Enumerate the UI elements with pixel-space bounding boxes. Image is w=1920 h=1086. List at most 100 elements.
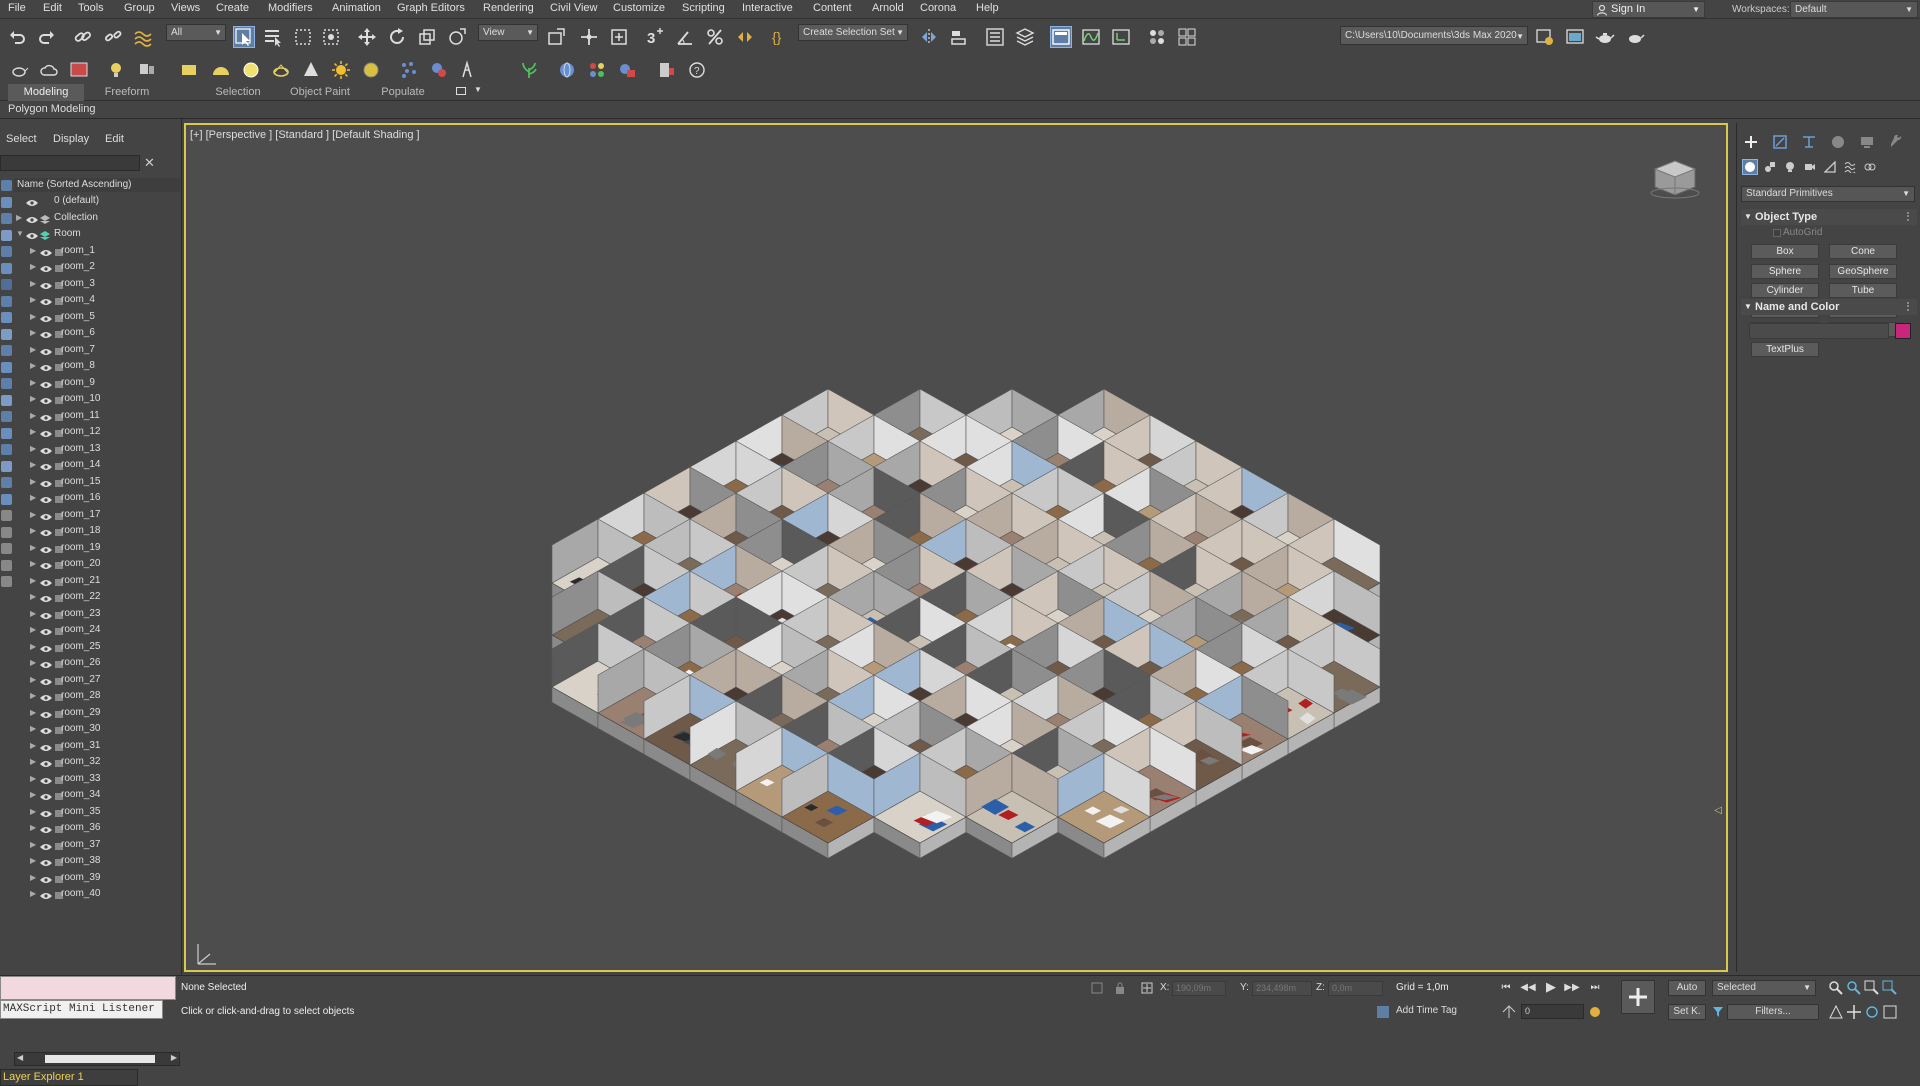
list-item[interactable]: ▶ room_15 xyxy=(14,474,180,491)
maximize-viewport-icon[interactable] xyxy=(1882,1004,1898,1020)
list-item[interactable]: ▶ room_21 xyxy=(14,573,180,590)
undo-button[interactable] xyxy=(6,26,28,48)
explorer-filter-icon[interactable] xyxy=(1,394,12,406)
toggle-layer-explorer-button[interactable] xyxy=(1014,26,1036,48)
explorer-filter-icon[interactable] xyxy=(1,180,12,191)
maxscript-input[interactable]: MAXScript Mini Listener xyxy=(0,1000,163,1019)
expand-icon[interactable]: ▶ xyxy=(30,853,36,870)
globe-button[interactable] xyxy=(556,59,578,81)
list-item[interactable]: ▶ room_32 xyxy=(14,754,180,771)
expand-icon[interactable]: ▶ xyxy=(30,342,36,359)
list-item[interactable]: ▶ room_20 xyxy=(14,556,180,573)
next-frame-button[interactable]: ▶▶ xyxy=(1564,979,1580,995)
cameras-category[interactable] xyxy=(1802,159,1818,175)
explorer-filter-icon[interactable] xyxy=(1,411,12,422)
expand-icon[interactable]: ▶ xyxy=(30,754,36,771)
explorer-menu-display[interactable]: Display xyxy=(53,133,89,145)
pan-icon[interactable] xyxy=(1846,1004,1862,1020)
explorer-filter-icon[interactable] xyxy=(1,328,12,340)
material-library-button[interactable] xyxy=(586,59,608,81)
explorer-filter-icon[interactable] xyxy=(1,427,12,439)
list-item[interactable]: ▶ room_12 xyxy=(14,424,180,441)
expand-icon[interactable]: ▶ xyxy=(30,837,36,854)
scroll-right-icon[interactable]: ▶ xyxy=(171,1053,177,1062)
expand-icon[interactable]: ▶ xyxy=(30,870,36,887)
explorer-search-input[interactable] xyxy=(0,155,140,171)
workspace-dropdown[interactable]: Default ▼ xyxy=(1790,1,1918,18)
z-coordinate-field[interactable]: 0,0m xyxy=(1328,981,1383,996)
expand-icon[interactable]: ▶ xyxy=(30,672,36,689)
list-item[interactable]: ▶ room_11 xyxy=(14,408,180,425)
orbit-icon[interactable] xyxy=(1864,1004,1880,1020)
visibility-eye-icon[interactable] xyxy=(40,329,52,338)
expand-icon[interactable]: ▶ xyxy=(30,589,36,606)
link-button[interactable] xyxy=(72,26,94,48)
menu-scripting[interactable]: Scripting xyxy=(682,2,725,14)
select-object-button[interactable] xyxy=(233,26,255,48)
visibility-eye-icon[interactable] xyxy=(40,824,52,833)
expand-icon[interactable]: ▶ xyxy=(30,721,36,738)
visibility-eye-icon[interactable] xyxy=(40,478,52,487)
object-color-swatch[interactable] xyxy=(1895,323,1911,339)
visibility-eye-icon[interactable] xyxy=(40,808,52,817)
spacewarps-category[interactable] xyxy=(1842,159,1858,175)
visibility-eye-icon[interactable] xyxy=(40,280,52,289)
list-item[interactable]: ▶ room_18 xyxy=(14,523,180,540)
expand-icon[interactable]: ▶ xyxy=(30,391,36,408)
menu-customize[interactable]: Customize xyxy=(613,2,665,14)
expand-icon[interactable]: ▶ xyxy=(30,292,36,309)
schematic-view-button[interactable] xyxy=(1110,26,1132,48)
tab-hierarchy[interactable] xyxy=(1799,133,1819,151)
expand-icon[interactable]: ▶ xyxy=(30,738,36,755)
menu-interactive[interactable]: Interactive xyxy=(742,2,793,14)
spinner-snap-button[interactable] xyxy=(734,26,756,48)
render-setup-button[interactable] xyxy=(1534,26,1556,48)
isolate-icon[interactable] xyxy=(1090,981,1104,995)
collapse-icon[interactable]: ▼ xyxy=(16,226,24,243)
explorer-filter-icon[interactable] xyxy=(1,213,12,224)
helpers-category[interactable] xyxy=(1822,159,1838,175)
column-header-name[interactable]: Name (Sorted Ascending) xyxy=(14,178,180,192)
list-item[interactable]: ▶ Collection xyxy=(14,210,180,227)
material-editor-button[interactable] xyxy=(1146,26,1168,48)
list-item[interactable]: ▶ room_25 xyxy=(14,639,180,656)
visibility-eye-icon[interactable] xyxy=(40,725,52,734)
material-browser-button[interactable] xyxy=(1176,26,1198,48)
lock-icon[interactable] xyxy=(1113,981,1127,995)
toggle-scene-explorer-button[interactable] xyxy=(984,26,1006,48)
select-by-name-button[interactable] xyxy=(262,26,284,48)
angle-snap-button[interactable] xyxy=(674,26,696,48)
systems-category[interactable] xyxy=(1862,159,1878,175)
zoom-extents-icon[interactable] xyxy=(1864,980,1880,996)
menu-modifiers[interactable]: Modifiers xyxy=(268,2,313,14)
visibility-eye-icon[interactable] xyxy=(40,296,52,305)
explorer-filter-icon[interactable] xyxy=(1,493,12,505)
tab-modeling[interactable]: Modeling xyxy=(8,84,84,101)
keyboard-shortcut-button[interactable] xyxy=(608,26,630,48)
create-box-button[interactable]: Box xyxy=(1751,244,1819,259)
set-key-button[interactable] xyxy=(1621,980,1655,1014)
converter-button[interactable] xyxy=(656,59,678,81)
curve-editor-button[interactable] xyxy=(1080,26,1102,48)
edit-named-selection-button[interactable]: {} xyxy=(770,26,792,48)
list-item[interactable]: ▶ room_29 xyxy=(14,705,180,722)
expand-icon[interactable]: ▶ xyxy=(30,325,36,342)
list-item[interactable]: ▶ room_6 xyxy=(14,325,180,342)
list-item[interactable]: ▶ room_19 xyxy=(14,540,180,557)
visibility-eye-icon[interactable] xyxy=(40,412,52,421)
visibility-eye-icon[interactable] xyxy=(40,659,52,668)
align-button[interactable] xyxy=(948,26,970,48)
explorer-filter-icon[interactable] xyxy=(1,543,12,554)
expand-icon[interactable]: ▶ xyxy=(30,375,36,392)
list-item[interactable]: ▶ room_40 xyxy=(14,886,180,903)
close-icon[interactable]: ✕ xyxy=(144,155,155,171)
visibility-eye-icon[interactable] xyxy=(40,511,52,520)
expand-icon[interactable]: ▶ xyxy=(30,424,36,441)
visibility-eye-icon[interactable] xyxy=(40,890,52,899)
light-tools-button[interactable] xyxy=(136,59,158,81)
list-item[interactable]: ▶ room_5 xyxy=(14,309,180,326)
sun-button[interactable] xyxy=(330,59,352,81)
tab-selection[interactable]: Selection xyxy=(200,84,276,101)
visibility-eye-icon[interactable] xyxy=(40,626,52,635)
create-geosphere-button[interactable]: GeoSphere xyxy=(1829,263,1897,279)
